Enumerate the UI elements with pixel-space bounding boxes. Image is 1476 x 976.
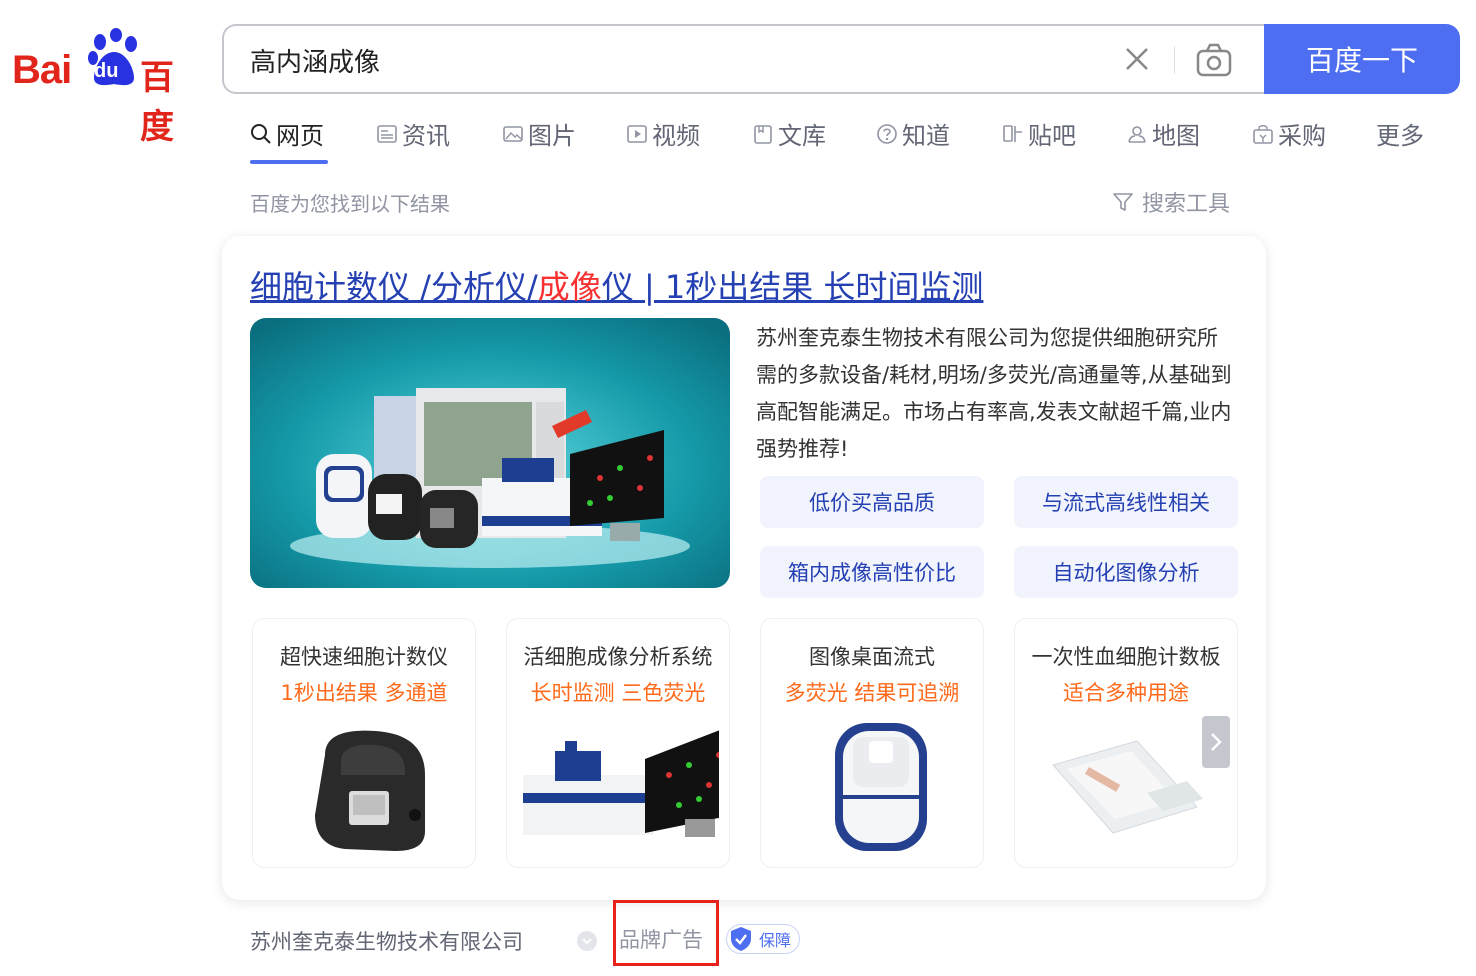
search-icon (251, 123, 271, 144)
product-tagline: 长时监测 三色荧光 (530, 681, 706, 705)
guarantee-label: 保障 (759, 931, 792, 950)
chevron-right-icon (1211, 733, 1222, 751)
tab-label: 图片 (528, 122, 576, 150)
product-card[interactable]: 超快速细胞计数仪 1秒出结果 多通道 (252, 618, 476, 868)
ad-description: 苏州奎克泰生物技术有限公司为您提供细胞研究所需的多款设备/耗材,明场/多荧光/高… (756, 326, 1232, 461)
question-icon (877, 123, 897, 144)
logo-text-latin: Bai (12, 48, 72, 92)
product-tagline: 多荧光 结果可追溯 (784, 681, 960, 705)
tab-news[interactable]: 资讯 (376, 116, 450, 151)
chevron-down-icon[interactable] (576, 930, 598, 952)
counting-slide-image (1052, 740, 1203, 834)
tab-label: 知道 (902, 122, 950, 150)
product-tagline: 适合多种用途 (1063, 681, 1189, 705)
ad-hero-image[interactable] (250, 318, 730, 588)
flow-cytometer-image (835, 723, 927, 851)
ad-chip-flow-correlation[interactable]: 与流式高线性相关 (1014, 476, 1238, 528)
tab-tieba[interactable]: 贴吧 (1002, 116, 1076, 151)
carousel-next-button[interactable] (1202, 716, 1230, 768)
product-name: 超快速细胞计数仪 (280, 645, 448, 669)
tab-label: 采购 (1278, 122, 1326, 150)
search-box[interactable]: 高内涵成像 (222, 24, 1266, 94)
shop-icon (1253, 124, 1273, 144)
product-tagline: 1秒出结果 多通道 (280, 681, 448, 705)
product-card[interactable]: 图像桌面流式 多荧光 结果可追溯 (760, 618, 984, 868)
tab-library[interactable]: 文库 (752, 116, 826, 151)
tab-label: 文库 (778, 122, 826, 150)
brand-ad-label[interactable]: 品牌广告 (619, 924, 703, 954)
result-count-text: 百度为您找到以下结果 (250, 192, 450, 216)
ad-title-part1: 细胞计数仪 /分析仪/ (250, 268, 538, 306)
search-input[interactable]: 高内涵成像 (250, 42, 380, 79)
guarantee-badge[interactable]: 保障 (726, 924, 801, 954)
tab-label: 网页 (276, 122, 324, 150)
map-icon (1128, 125, 1146, 143)
tab-map[interactable]: 地图 (1126, 116, 1200, 151)
advertiser-name[interactable]: 苏州奎克泰生物技术有限公司 (250, 926, 523, 956)
product-name: 图像桌面流式 (809, 645, 935, 669)
camera-icon[interactable] (1194, 40, 1234, 80)
search-button[interactable]: 百度一下 (1264, 24, 1460, 94)
image-icon (503, 125, 523, 142)
baidu-logo[interactable]: Bai du 百度 (12, 26, 197, 147)
active-tab-indicator (250, 160, 328, 164)
shield-check-icon (731, 927, 751, 951)
tab-label: 视频 (652, 122, 700, 150)
tab-web[interactable]: 网页 (250, 116, 324, 151)
tab-more[interactable]: 更多 (1376, 116, 1424, 151)
logo-text-chinese: 百度 (140, 58, 174, 147)
product-name: 活细胞成像分析系统 (523, 645, 713, 669)
brand-ad-card: 细胞计数仪 /分析仪/成像仪 | 1秒出结果 长时间监测 苏州奎克泰生物技术有限… (222, 236, 1266, 900)
tab-label: 资讯 (402, 122, 450, 150)
search-tools-label: 搜索工具 (1142, 192, 1231, 217)
logo-text-du: du (94, 60, 119, 82)
tieba-icon (1003, 124, 1022, 142)
cell-counter-image (315, 730, 425, 851)
tab-procurement[interactable]: 采购 (1252, 116, 1326, 151)
clear-icon[interactable] (1122, 44, 1152, 74)
live-cell-imaging-image (523, 730, 719, 837)
search-tools-button[interactable]: 搜索工具 (1112, 186, 1230, 218)
ad-chip-incubator-imaging[interactable]: 箱内成像高性价比 (760, 546, 984, 598)
ad-title-link[interactable]: 细胞计数仪 /分析仪/成像仪 | 1秒出结果 长时间监测 (250, 262, 983, 308)
ad-title-part2: 仪 | 1秒出结果 长时间监测 (601, 268, 984, 306)
product-card[interactable]: 活细胞成像分析系统 长时监测 三色荧光 (506, 618, 730, 868)
doc-icon (754, 124, 772, 144)
tab-label: 贴吧 (1028, 122, 1076, 150)
news-icon (377, 124, 397, 143)
product-lineup-image (250, 318, 730, 588)
search-divider (1174, 46, 1175, 74)
tab-videos[interactable]: 视频 (626, 116, 700, 151)
filter-icon (1113, 193, 1133, 211)
ad-footer: 苏州奎克泰生物技术有限公司 (250, 924, 597, 958)
ad-chip-auto-analysis[interactable]: 自动化图像分析 (1014, 546, 1238, 598)
tab-label: 更多 (1376, 122, 1424, 150)
ad-title-highlight: 成像 (537, 268, 602, 306)
video-icon (627, 124, 647, 143)
tab-label: 地图 (1152, 122, 1200, 150)
tab-zhidao[interactable]: 知道 (876, 116, 950, 151)
product-name: 一次性血细胞计数板 (1031, 645, 1221, 669)
tab-images[interactable]: 图片 (502, 116, 576, 151)
ad-chip-low-price[interactable]: 低价买高品质 (760, 476, 984, 528)
